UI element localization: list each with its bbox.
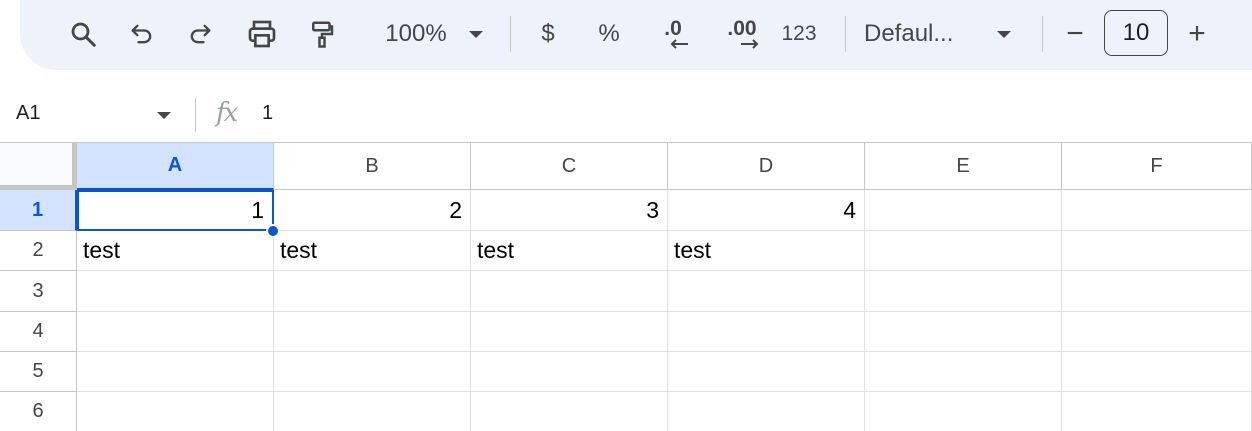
increase-decimal-button[interactable]: .00: [712, 11, 772, 57]
search-menus-button[interactable]: [60, 11, 106, 57]
print-icon: [248, 20, 276, 48]
fill-handle[interactable]: [266, 224, 280, 238]
cell-b6[interactable]: [274, 392, 471, 431]
cell-f6[interactable]: [1062, 392, 1252, 431]
format-currency-button[interactable]: $: [530, 11, 566, 57]
paint-format-icon: [312, 21, 334, 48]
arrow-right-icon: [741, 39, 759, 49]
cell-a5[interactable]: [77, 352, 274, 392]
cell-d4[interactable]: [668, 312, 865, 352]
formula-input[interactable]: 1: [262, 102, 273, 125]
decrease-decimal-button[interactable]: .0: [648, 11, 698, 57]
row-header-4[interactable]: 4: [0, 312, 77, 352]
row-header-6[interactable]: 6: [0, 392, 77, 431]
cell-e6[interactable]: [865, 392, 1062, 431]
font-family-value: Defaul...: [864, 20, 954, 47]
decrease-font-size-button[interactable]: −: [1058, 11, 1092, 57]
cell-c3[interactable]: [471, 271, 668, 312]
cell-d1[interactable]: 4: [668, 190, 865, 231]
formula-bar-divider: [195, 98, 196, 132]
zoom-dropdown[interactable]: [464, 11, 488, 57]
row-header-5[interactable]: 5: [0, 352, 77, 392]
font-family-dropdown[interactable]: [992, 11, 1016, 57]
chevron-down-icon: [997, 30, 1011, 38]
cell-a3[interactable]: [77, 271, 274, 312]
cell-e2[interactable]: [865, 231, 1062, 271]
cell-b2[interactable]: test: [274, 231, 471, 271]
row-header-1[interactable]: 1: [0, 190, 77, 231]
cell-f3[interactable]: [1062, 271, 1252, 312]
cell-d6[interactable]: [668, 392, 865, 431]
toolbar: 100% $ % .0 .00 123 Defaul... − 10 +: [20, 0, 1252, 70]
cell-e3[interactable]: [865, 271, 1062, 312]
column-header-f[interactable]: F: [1062, 143, 1252, 190]
select-all-corner[interactable]: [0, 143, 77, 190]
paint-format-button[interactable]: [302, 11, 342, 57]
cell-f1[interactable]: [1062, 190, 1252, 231]
cell-e4[interactable]: [865, 312, 1062, 352]
format-percent-button[interactable]: %: [590, 11, 628, 57]
zoom-value[interactable]: 100%: [366, 11, 466, 57]
cell-c5[interactable]: [471, 352, 668, 392]
cell-a2[interactable]: test: [77, 231, 274, 271]
toolbar-divider: [845, 16, 846, 52]
column-header-c[interactable]: C: [471, 143, 668, 190]
column-header-d[interactable]: D: [668, 143, 865, 190]
cell-c1[interactable]: 3: [471, 190, 668, 231]
print-button[interactable]: [240, 11, 284, 57]
search-icon: [71, 22, 96, 47]
cell-b4[interactable]: [274, 312, 471, 352]
cell-d5[interactable]: [668, 352, 865, 392]
cell-c2[interactable]: test: [471, 231, 668, 271]
cell-f2[interactable]: [1062, 231, 1252, 271]
increase-font-size-button[interactable]: +: [1180, 11, 1214, 57]
fx-icon: fx: [216, 98, 238, 128]
cell-a4[interactable]: [77, 312, 274, 352]
cell-b3[interactable]: [274, 271, 471, 312]
cell-e5[interactable]: [865, 352, 1062, 392]
cell-e1[interactable]: [865, 190, 1062, 231]
column-header-e[interactable]: E: [865, 143, 1062, 190]
cell-a6[interactable]: [77, 392, 274, 431]
redo-icon: [190, 24, 211, 44]
cell-b5[interactable]: [274, 352, 471, 392]
column-header-a[interactable]: A: [77, 143, 274, 190]
chevron-down-icon: [469, 30, 483, 38]
decrease-decimal-label: .0: [664, 17, 682, 40]
toolbar-divider: [510, 16, 511, 52]
cell-b1[interactable]: 2: [274, 190, 471, 231]
arrow-left-icon: [670, 39, 688, 49]
chevron-down-icon[interactable]: [157, 112, 171, 119]
cell-f4[interactable]: [1062, 312, 1252, 352]
cell-f5[interactable]: [1062, 352, 1252, 392]
column-header-b[interactable]: B: [274, 143, 471, 190]
undo-button[interactable]: [122, 11, 162, 57]
cell-d2[interactable]: test: [668, 231, 865, 271]
cell-c6[interactable]: [471, 392, 668, 431]
font-size-input[interactable]: 10: [1104, 10, 1168, 56]
cell-a1[interactable]: 1: [77, 190, 274, 231]
row-header-3[interactable]: 3: [0, 271, 77, 312]
row-header-2[interactable]: 2: [0, 231, 77, 271]
undo-icon: [131, 24, 152, 44]
name-box[interactable]: A1: [16, 102, 40, 125]
redo-button[interactable]: [180, 11, 220, 57]
increase-decimal-label: .00: [727, 17, 757, 40]
cell-d3[interactable]: [668, 271, 865, 312]
cell-c4[interactable]: [471, 312, 668, 352]
toolbar-divider: [1042, 16, 1043, 52]
formula-bar: A1 fx 1: [0, 88, 1252, 142]
spreadsheet-grid: A B C D E F 1 1 2 3 4 2 test test test test 3 4 5 6: [0, 142, 1252, 431]
more-formats-button[interactable]: 123: [774, 11, 824, 57]
